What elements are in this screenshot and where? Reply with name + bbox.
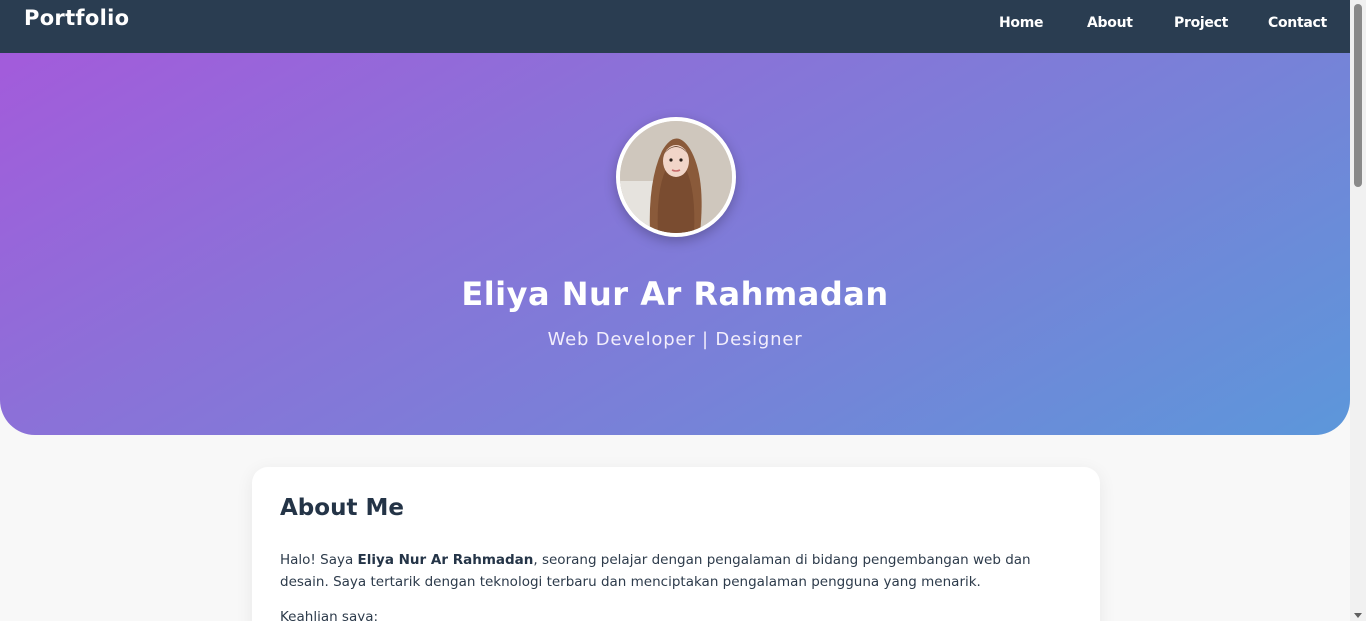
about-text: Halo! Saya Eliya Nur Ar Rahmadan, seoran…	[280, 549, 1050, 593]
skills-label: Keahlian saya:	[280, 609, 379, 621]
scroll-down-arrow-icon[interactable]	[1354, 613, 1362, 618]
about-text-name: Eliya Nur Ar Rahmadan	[357, 552, 534, 568]
nav-link-home[interactable]: Home	[999, 15, 1044, 31]
brand-logo[interactable]: Portfolio	[24, 6, 129, 30]
scrollbar[interactable]	[1350, 0, 1366, 621]
nav-link-contact[interactable]: Contact	[1268, 15, 1327, 31]
about-card: About Me Halo! Saya Eliya Nur Ar Rahmada…	[252, 467, 1100, 621]
nav-link-project[interactable]: Project	[1174, 15, 1228, 31]
hero-section	[0, 53, 1350, 435]
hero-name: Eliya Nur Ar Rahmadan	[461, 275, 889, 313]
nav-link-about[interactable]: About	[1087, 15, 1133, 31]
profile-avatar	[616, 117, 736, 237]
about-text-prefix: Halo! Saya	[280, 552, 358, 568]
hero-subtitle: Web Developer | Designer	[547, 329, 803, 350]
navbar: Portfolio Home About Project Contact	[0, 0, 1350, 53]
scrollbar-thumb[interactable]	[1354, 4, 1362, 187]
profile-photo-icon	[620, 121, 732, 233]
about-title: About Me	[280, 495, 404, 521]
